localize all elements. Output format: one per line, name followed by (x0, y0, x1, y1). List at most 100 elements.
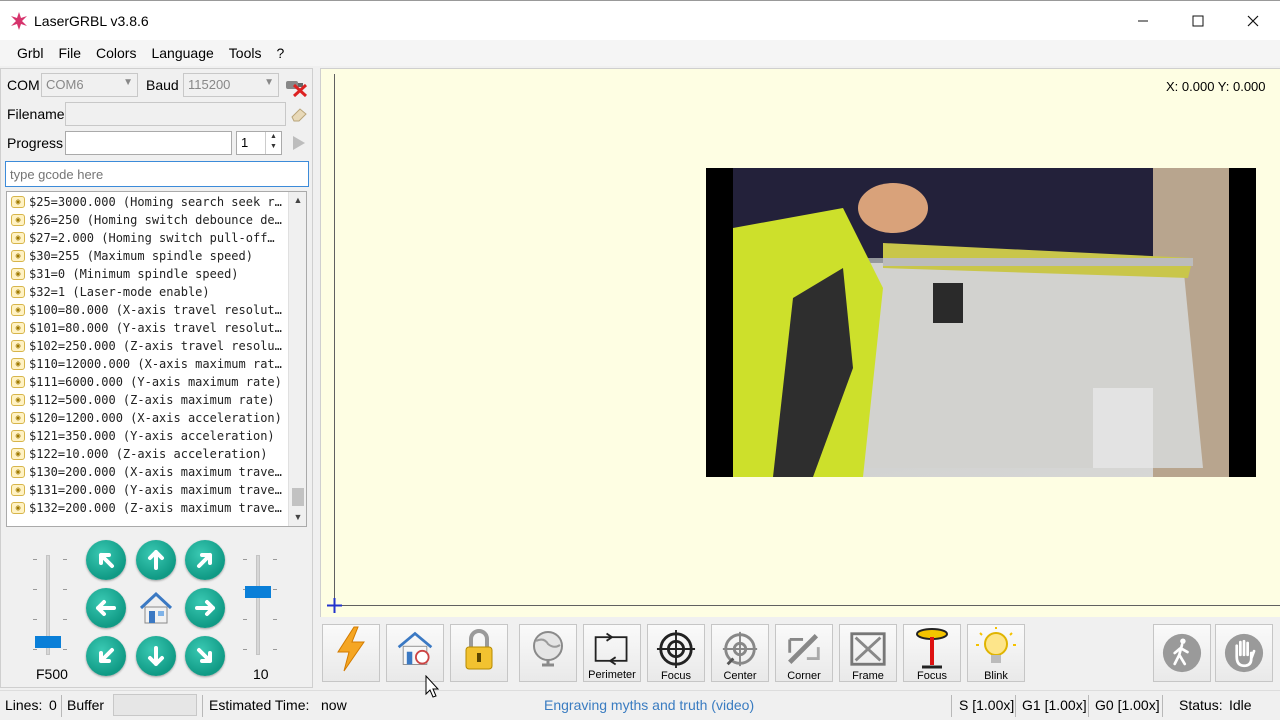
frame-icon (850, 632, 886, 666)
response-icon: ◉ (11, 484, 25, 496)
arrow-left-icon (96, 600, 116, 616)
console-line-text: $110=12000.000 (X-axis maximum rat… (29, 357, 282, 371)
stop-button[interactable] (1215, 624, 1273, 682)
jog-down-left-button[interactable] (86, 636, 126, 676)
com-select[interactable]: COM6 ▼ (41, 73, 138, 97)
progress-bar (65, 131, 232, 155)
jog-up-left-button[interactable] (86, 540, 126, 580)
arrow-down-left-icon (99, 648, 114, 663)
jog-up-button[interactable] (136, 540, 176, 580)
menu-tools[interactable]: Tools (222, 45, 269, 61)
scroll-thumb[interactable] (292, 488, 304, 506)
baud-select[interactable]: 115200 ▼ (183, 73, 279, 97)
jog-down-right-button[interactable] (185, 636, 225, 676)
console-line-text: $111=6000.000 (Y-axis maximum rate) (29, 375, 282, 389)
console-line: ◉ $111=6000.000 (Y-axis maximum rate) (7, 373, 289, 391)
perimeter-button[interactable]: Perimeter (583, 624, 641, 682)
open-file-button[interactable] (289, 105, 309, 123)
console-line: ◉ $112=500.000 (Z-axis maximum rate) (7, 391, 289, 409)
run-button[interactable] (289, 134, 309, 152)
step-slider-track[interactable] (256, 555, 260, 655)
s-override[interactable]: S [1.00x] (959, 697, 1014, 713)
maximize-icon (1192, 15, 1204, 27)
cursor-coordinates: X: 0.000 Y: 0.000 (1166, 79, 1266, 94)
minimize-icon (1138, 20, 1148, 22)
console-line-text: $26=250 (Homing switch debounce de… (29, 213, 282, 227)
corner-button[interactable]: Corner (775, 624, 833, 682)
center-button[interactable]: Center (711, 624, 769, 682)
console-line-text: $131=200.000 (Y-axis maximum trave… (29, 483, 282, 497)
home-icon (139, 591, 173, 624)
origin-cross-icon (327, 598, 342, 613)
chevron-down-icon: ▼ (264, 77, 274, 88)
speed-slider-thumb[interactable] (35, 636, 61, 648)
console-line: ◉ $132=200.000 (Z-axis maximum trave… (7, 499, 289, 517)
lines-value: 0 (49, 697, 57, 713)
perimeter-caption: Perimeter (588, 669, 636, 681)
response-icon: ◉ (11, 322, 25, 334)
frame-button[interactable]: Frame (839, 624, 897, 682)
response-icon: ◉ (11, 214, 25, 226)
jog-down-button[interactable] (136, 636, 176, 676)
step-slider-thumb[interactable] (245, 586, 271, 598)
step-label: 10 (253, 666, 269, 682)
corner-caption: Corner (787, 670, 821, 682)
response-icon: ◉ (11, 286, 25, 298)
video-overlay[interactable] (706, 168, 1256, 477)
disconnect-icon (286, 81, 308, 98)
menu-colors[interactable]: Colors (89, 45, 143, 61)
console-line: ◉ $121=350.000 (Y-axis acceleration) (7, 427, 289, 445)
console-log[interactable]: ◉ $25=3000.000 (Homing search seek r… ◉ $26… (6, 191, 307, 527)
jog-right-button[interactable] (185, 588, 225, 628)
response-icon: ◉ (11, 430, 25, 442)
unlock-button[interactable] (450, 624, 508, 682)
homing-button[interactable] (386, 624, 444, 682)
menu-help[interactable]: ? (269, 45, 291, 61)
menu-grbl[interactable]: Grbl (10, 45, 50, 61)
scroll-down-icon[interactable]: ▼ (289, 509, 306, 526)
close-button[interactable] (1225, 1, 1280, 41)
filename-field[interactable] (65, 102, 286, 126)
jog-up-right-button[interactable] (185, 540, 225, 580)
jog-walk-button[interactable] (1153, 624, 1211, 682)
console-line: ◉ $131=200.000 (Y-axis maximum trave… (7, 481, 289, 499)
focus-laser-button[interactable]: Focus (903, 624, 961, 682)
jog-home-button[interactable] (136, 588, 176, 628)
focus-target-button[interactable]: Focus (647, 624, 705, 682)
console-line: ◉ $130=200.000 (X-axis maximum trave… (7, 463, 289, 481)
jog-left-button[interactable] (86, 588, 126, 628)
menu-file[interactable]: File (51, 45, 88, 61)
globe-button[interactable] (519, 624, 577, 682)
blink-button[interactable]: Blink (967, 624, 1025, 682)
g0-override[interactable]: G0 [1.00x] (1095, 697, 1160, 713)
lines-label: Lines: (5, 697, 43, 713)
minimize-button[interactable] (1115, 1, 1171, 41)
response-icon: ◉ (11, 376, 25, 388)
console-scrollbar[interactable]: ▲ ▼ (288, 192, 306, 526)
laser-pointer-icon (916, 628, 948, 669)
g1-override[interactable]: G1 [1.00x] (1022, 697, 1087, 713)
menu-language[interactable]: Language (144, 45, 220, 61)
baud-label: Baud (146, 77, 179, 93)
gcode-input[interactable] (5, 161, 309, 187)
console-line: ◉ $27=2.000 (Homing switch pull-off… (7, 229, 289, 247)
estimated-time-label: Estimated Time: (209, 697, 310, 713)
copies-stepper[interactable]: 1 ▲ ▼ (236, 131, 282, 155)
padlock-icon (465, 629, 493, 670)
stepper-arrows-icon[interactable]: ▲ ▼ (265, 132, 281, 154)
console-line: ◉ $122=10.000 (Z-axis acceleration) (7, 445, 289, 463)
overlay-video-link[interactable]: Engraving myths and truth (video) (544, 697, 754, 713)
console-line: ◉ $120=1200.000 (X-axis acceleration) (7, 409, 289, 427)
console-line-text: $120=1200.000 (X-axis acceleration) (29, 411, 282, 425)
scroll-up-icon[interactable]: ▲ (289, 192, 306, 209)
console-line-text: $130=200.000 (X-axis maximum trave… (29, 465, 282, 479)
console-line: ◉ $100=80.000 (X-axis travel resolut… (7, 301, 289, 319)
copies-value: 1 (241, 135, 249, 150)
maximize-button[interactable] (1170, 1, 1226, 41)
response-icon: ◉ (11, 412, 25, 424)
connect-button[interactable] (322, 624, 380, 682)
response-icon: ◉ (11, 196, 25, 208)
crosshair-icon (656, 629, 696, 669)
disconnect-button[interactable] (284, 75, 308, 98)
console-line: ◉ $31=0 (Minimum spindle speed) (7, 265, 289, 283)
